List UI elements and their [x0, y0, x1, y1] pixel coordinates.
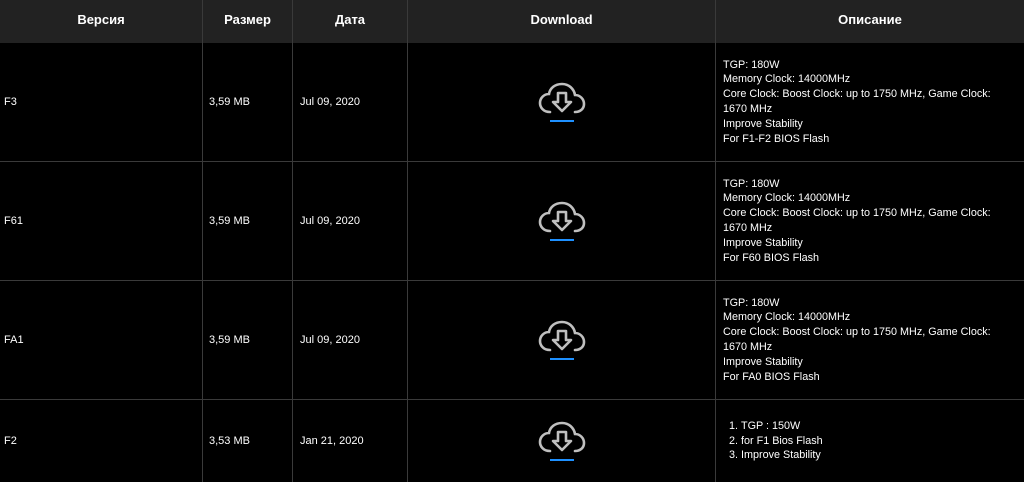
- desc-line: Memory Clock: 14000MHz: [723, 73, 851, 86]
- desc-line: 1670 MHz: [723, 103, 773, 115]
- version-cell: F2: [0, 400, 203, 482]
- download-cell: [408, 400, 716, 482]
- description-list: TGP : 150W for F1 Bios Flash Improve Sta…: [723, 419, 823, 463]
- desc-line: TGP: 180W: [723, 296, 780, 309]
- desc-line: Improve Stability: [723, 236, 803, 249]
- header-size: Размер: [203, 0, 293, 43]
- header-download: Download: [408, 0, 716, 43]
- download-cell: [408, 43, 716, 161]
- desc-line: Memory Clock: 14000MHz: [723, 192, 851, 205]
- download-button[interactable]: [537, 201, 587, 241]
- table-row: F3 3,59 MB Jul 09, 2020 TGP: 180W Memory…: [0, 43, 1024, 162]
- list-item: Improve Stability: [741, 448, 823, 463]
- desc-line: For F60 BIOS Flash: [723, 251, 820, 264]
- list-item: TGP : 150W: [741, 419, 823, 434]
- description-cell: TGP: 180W Memory Clock: 14000MHz Core Cl…: [716, 281, 1024, 399]
- cloud-download-icon: [538, 201, 585, 233]
- download-underline: [549, 120, 574, 122]
- desc-line: Core Clock: Boost Clock: up to 1750 MHz,…: [723, 88, 991, 101]
- desc-line: For F1-F2 BIOS Flash: [723, 132, 830, 145]
- cloud-download-icon: [538, 320, 585, 352]
- desc-line: For FA0 BIOS Flash: [723, 370, 820, 383]
- date-cell: Jul 09, 2020: [293, 43, 408, 161]
- cloud-download-icon: [538, 421, 585, 453]
- header-description: Описание: [838, 12, 902, 27]
- bios-download-table: Версия Размер Дата Download Описание F3 …: [0, 0, 1024, 482]
- description-cell: TGP : 150W for F1 Bios Flash Improve Sta…: [716, 400, 1024, 482]
- download-button[interactable]: [537, 82, 587, 122]
- table-row: F2 3,53 MB Jan 21, 2020 TGP : 150W for F…: [0, 400, 1024, 482]
- header-date: Дата: [293, 0, 408, 43]
- date-cell: Jan 21, 2020: [293, 400, 408, 482]
- description-cell: TGP: 180W Memory Clock: 14000MHz Core Cl…: [716, 162, 1024, 280]
- header-version: Версия: [0, 0, 203, 43]
- cloud-download-icon: [538, 82, 585, 114]
- desc-line: Memory Clock: 14000MHz: [723, 311, 851, 324]
- desc-line: Core Clock: Boost Clock: up to 1750 MHz,…: [723, 207, 991, 220]
- desc-line: TGP: 180W: [723, 177, 780, 190]
- version-cell: F61: [0, 162, 203, 280]
- size-cell: 3,59 MB: [203, 281, 293, 399]
- size-cell: 3,59 MB: [203, 43, 293, 161]
- download-underline: [549, 239, 574, 241]
- version-cell: F3: [0, 43, 203, 161]
- size-cell: 3,59 MB: [203, 162, 293, 280]
- table-header: Версия Размер Дата Download Описание: [0, 0, 1024, 43]
- download-underline: [549, 358, 574, 360]
- version-cell: FA1: [0, 281, 203, 399]
- list-item: for F1 Bios Flash: [741, 434, 823, 449]
- desc-line: Improve Stability: [723, 117, 803, 130]
- download-cell: [408, 281, 716, 399]
- desc-line: TGP: 180W: [723, 58, 780, 71]
- table-row: FA1 3,59 MB Jul 09, 2020 TGP: 180W Memor…: [0, 281, 1024, 400]
- desc-line: 1670 MHz: [723, 341, 773, 353]
- download-cell: [408, 162, 716, 280]
- table-row: F61 3,59 MB Jul 09, 2020 TGP: 180W Memor…: [0, 162, 1024, 281]
- size-cell: 3,53 MB: [203, 400, 293, 482]
- download-button[interactable]: [537, 320, 587, 360]
- desc-line: Improve Stability: [723, 355, 803, 368]
- download-button[interactable]: [537, 421, 587, 461]
- desc-line: 1670 MHz: [723, 222, 773, 234]
- date-cell: Jul 09, 2020: [293, 281, 408, 399]
- desc-line: Core Clock: Boost Clock: up to 1750 MHz,…: [723, 326, 991, 339]
- date-cell: Jul 09, 2020: [293, 162, 408, 280]
- download-underline: [549, 459, 574, 461]
- description-cell: TGP: 180W Memory Clock: 14000MHz Core Cl…: [716, 43, 1024, 161]
